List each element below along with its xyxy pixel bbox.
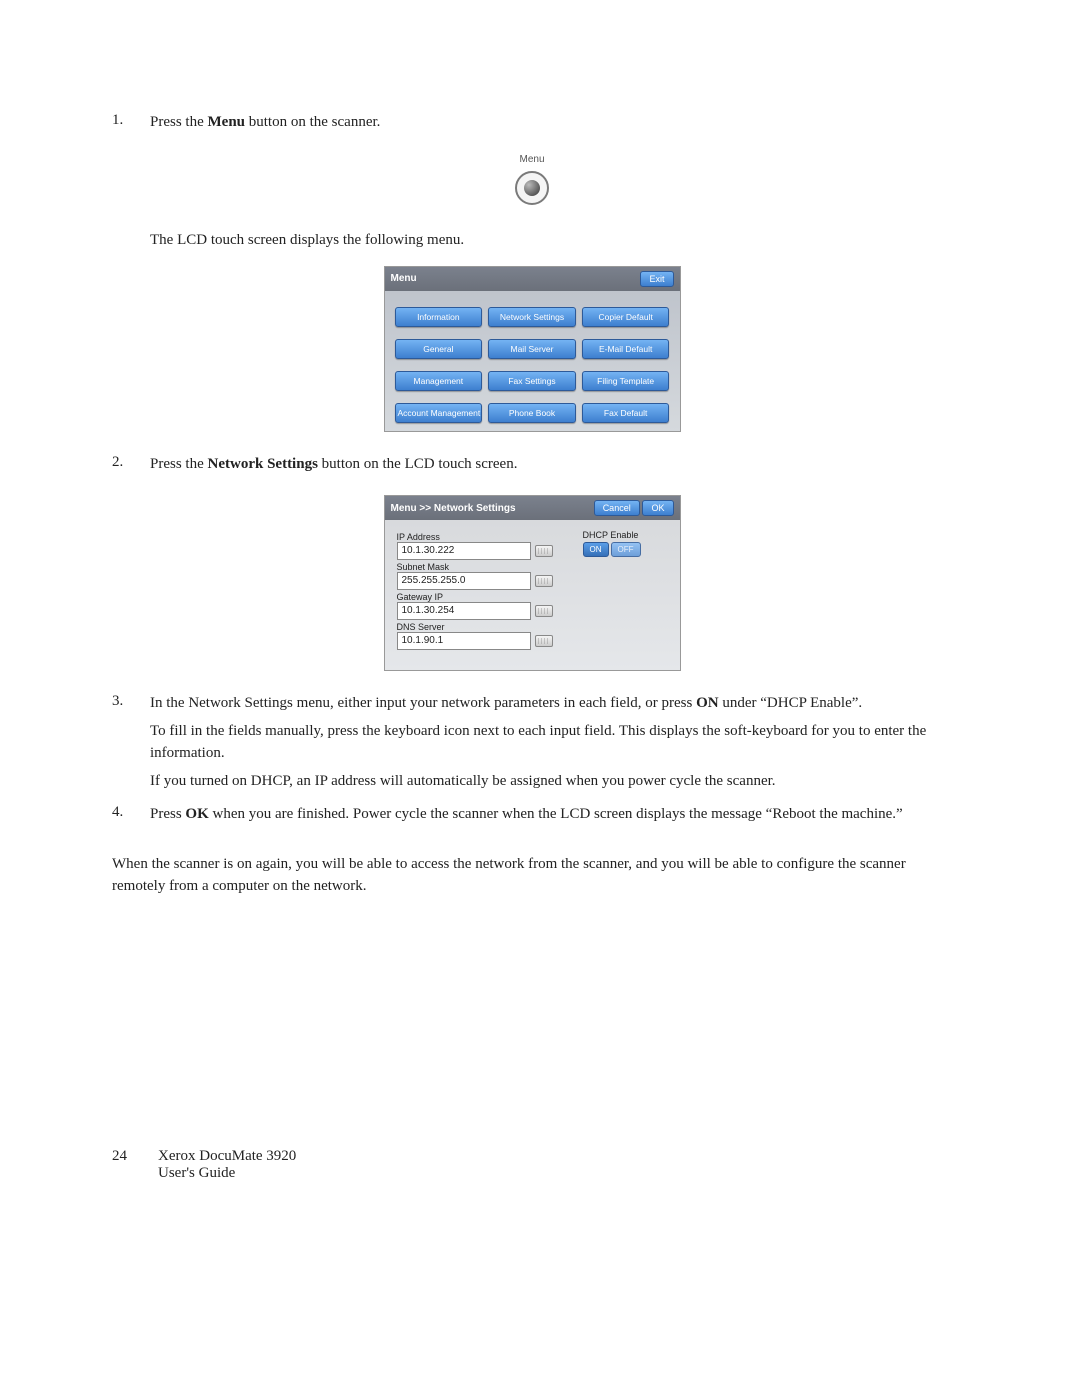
text: Press the xyxy=(150,114,208,130)
ip-address-label: IP Address xyxy=(397,532,553,542)
text: Press the xyxy=(150,456,208,472)
dhcp-toggle[interactable]: ON OFF xyxy=(583,542,668,557)
lcd-title: Menu xyxy=(391,273,417,284)
page-footer: 24 Xerox DocuMate 3920 User's Guide xyxy=(112,1148,296,1182)
menu-button-label: Menu xyxy=(112,154,952,165)
menu-button-figure: Menu xyxy=(112,154,952,210)
footer-product: Xerox DocuMate 3920 xyxy=(158,1148,296,1164)
menu-btn-fax-default[interactable]: Fax Default xyxy=(582,403,670,423)
dhcp-on-button[interactable]: ON xyxy=(583,542,609,557)
cancel-button[interactable]: Cancel xyxy=(594,500,640,516)
menu-btn-filing-template[interactable]: Filing Template xyxy=(582,371,670,391)
dns-server-input[interactable]: 10.1.90.1 xyxy=(397,632,531,650)
exit-button[interactable]: Exit xyxy=(640,271,673,287)
menu-btn-management[interactable]: Management xyxy=(395,371,483,391)
dhcp-enable-label: DHCP Enable xyxy=(583,530,668,540)
step-number: 2. xyxy=(112,454,150,482)
step-3-p3: If you turned on DHCP, an IP address wil… xyxy=(150,771,952,793)
bold-text: Menu xyxy=(208,114,246,130)
closing-paragraph: When the scanner is on again, you will b… xyxy=(112,854,952,898)
text: Press xyxy=(150,806,185,822)
menu-physical-button-icon xyxy=(515,171,549,205)
lcd-menu-screenshot: Menu Exit Information Network Settings C… xyxy=(384,266,681,432)
keyboard-icon[interactable] xyxy=(535,605,553,617)
step-3-p2: To fill in the fields manually, press th… xyxy=(150,721,952,765)
text: In the Network Settings menu, either inp… xyxy=(150,695,696,711)
footer-doc-title: User's Guide xyxy=(158,1165,235,1181)
subnet-mask-label: Subnet Mask xyxy=(397,562,553,572)
menu-btn-phone-book[interactable]: Phone Book xyxy=(488,403,576,423)
menu-btn-email-default[interactable]: E-Mail Default xyxy=(582,339,670,359)
menu-btn-copier-default[interactable]: Copier Default xyxy=(582,307,670,327)
step-2-text: Press the Network Settings button on the… xyxy=(150,454,952,476)
menu-btn-account-management[interactable]: Account Management xyxy=(395,403,483,423)
step-4-text: Press OK when you are finished. Power cy… xyxy=(150,804,952,826)
bold-text: OK xyxy=(185,806,208,822)
step-number: 4. xyxy=(112,804,150,832)
menu-btn-fax-settings[interactable]: Fax Settings xyxy=(488,371,576,391)
step-1-text: Press the Menu button on the scanner. xyxy=(150,112,952,134)
keyboard-icon[interactable] xyxy=(535,545,553,557)
page-number: 24 xyxy=(112,1148,158,1182)
gateway-ip-label: Gateway IP xyxy=(397,592,553,602)
menu-btn-mail-server[interactable]: Mail Server xyxy=(488,339,576,359)
ok-button[interactable]: OK xyxy=(642,500,673,516)
menu-btn-general[interactable]: General xyxy=(395,339,483,359)
menu-btn-network-settings[interactable]: Network Settings xyxy=(488,307,576,327)
text: button on the LCD touch screen. xyxy=(318,456,518,472)
step-number: 1. xyxy=(112,112,150,140)
menu-btn-information[interactable]: Information xyxy=(395,307,483,327)
gateway-ip-input[interactable]: 10.1.30.254 xyxy=(397,602,531,620)
text: button on the scanner. xyxy=(245,114,380,130)
bold-text: ON xyxy=(696,695,719,711)
step-3-p1: In the Network Settings menu, either inp… xyxy=(150,693,952,715)
bold-text: Network Settings xyxy=(208,456,318,472)
keyboard-icon[interactable] xyxy=(535,575,553,587)
text: under “DHCP Enable”. xyxy=(719,695,863,711)
ip-address-input[interactable]: 10.1.30.222 xyxy=(397,542,531,560)
text: when you are finished. Power cycle the s… xyxy=(209,806,903,822)
lcd-title: Menu >> Network Settings xyxy=(391,503,516,514)
step-1-after: The LCD touch screen displays the follow… xyxy=(150,230,952,252)
lcd-network-settings-screenshot: Menu >> Network Settings Cancel OK IP Ad… xyxy=(384,495,681,671)
dhcp-off-button[interactable]: OFF xyxy=(611,542,641,557)
dns-server-label: DNS Server xyxy=(397,622,553,632)
step-number: 3. xyxy=(112,693,150,798)
keyboard-icon[interactable] xyxy=(535,635,553,647)
subnet-mask-input[interactable]: 255.255.255.0 xyxy=(397,572,531,590)
